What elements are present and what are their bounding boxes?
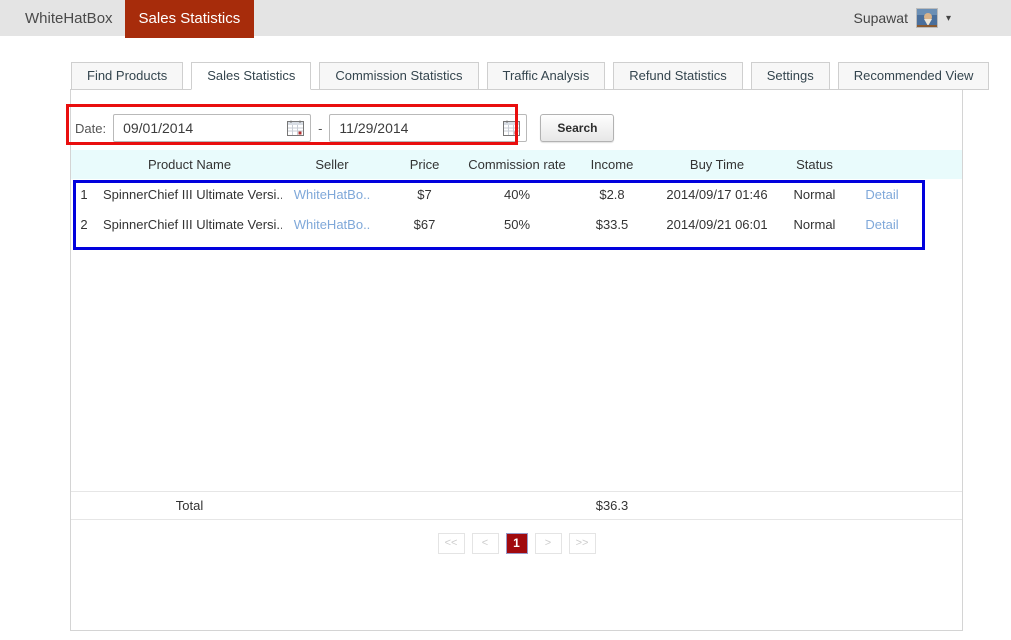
buy-time: 2014/09/17 01:46: [657, 179, 777, 209]
sales-table: Product Name Seller Price Commission rat…: [71, 150, 962, 239]
table-row: 2 SpinnerChief III Ultimate Versi... Whi…: [71, 209, 962, 239]
top-navigation-bar: WhiteHatBox Sales Statistics Supawat ▾: [0, 0, 1011, 36]
pagination: << < 1 > >>: [71, 533, 962, 554]
date-range-separator: -: [318, 121, 322, 136]
header-seller: Seller: [282, 150, 382, 179]
product-name: SpinnerChief III Ultimate Versi...: [97, 179, 282, 209]
pagination-last-button[interactable]: >>: [569, 533, 596, 554]
pagination-next-button[interactable]: >: [535, 533, 562, 554]
tab-commission-statistics[interactable]: Commission Statistics: [319, 62, 478, 90]
header-price: Price: [382, 150, 467, 179]
tab-settings[interactable]: Settings: [751, 62, 830, 90]
tab-bar: Find Products Sales Statistics Commissio…: [70, 62, 963, 90]
income: $2.8: [567, 179, 657, 209]
tab-traffic-analysis[interactable]: Traffic Analysis: [487, 62, 606, 90]
pagination-prev-button[interactable]: <: [472, 533, 499, 554]
tab-find-products[interactable]: Find Products: [71, 62, 183, 90]
header-commission-rate: Commission rate: [467, 150, 567, 179]
total-income: $36.3: [567, 492, 657, 520]
tab-sales-statistics[interactable]: Sales Statistics: [191, 62, 311, 90]
commission-rate: 40%: [467, 179, 567, 209]
row-number: 2: [71, 209, 97, 239]
header-status: Status: [777, 150, 852, 179]
content-panel: Date: 09/01/2014 - 11/29/2014 Search: [70, 90, 963, 631]
date-filter-bar: Date: 09/01/2014 - 11/29/2014 Search: [71, 90, 962, 150]
table-row: 1 SpinnerChief III Ultimate Versi... Whi…: [71, 179, 962, 209]
calendar-icon[interactable]: [287, 120, 304, 136]
table-header-row: Product Name Seller Price Commission rat…: [71, 150, 962, 179]
tab-recommended-view[interactable]: Recommended View: [838, 62, 990, 90]
pagination-page-1-button[interactable]: 1: [506, 533, 528, 554]
total-label: Total: [97, 492, 282, 520]
username: Supawat: [853, 10, 907, 26]
price: $7: [382, 179, 467, 209]
date-from-input[interactable]: 09/01/2014: [113, 114, 311, 142]
buy-time: 2014/09/21 06:01: [657, 209, 777, 239]
price: $67: [382, 209, 467, 239]
header-product-name: Product Name: [97, 150, 282, 179]
seller-link[interactable]: WhiteHatBo..: [294, 187, 371, 202]
product-name: SpinnerChief III Ultimate Versi...: [97, 209, 282, 239]
search-button[interactable]: Search: [540, 114, 614, 142]
commission-rate: 50%: [467, 209, 567, 239]
chevron-down-icon: ▾: [946, 13, 951, 24]
user-menu[interactable]: Supawat ▾: [853, 0, 951, 36]
header-fill: [912, 150, 962, 179]
calendar-icon[interactable]: [503, 120, 520, 136]
header-detail: [852, 150, 912, 179]
nav-item-sales-statistics[interactable]: Sales Statistics: [125, 0, 255, 38]
header-rownum: [71, 150, 97, 179]
header-income: Income: [567, 150, 657, 179]
seller-link[interactable]: WhiteHatBo..: [294, 217, 371, 232]
detail-link[interactable]: Detail: [865, 217, 898, 232]
date-to-input[interactable]: 11/29/2014: [329, 114, 527, 142]
brand-logo[interactable]: WhiteHatBox: [25, 10, 113, 27]
tab-refund-statistics[interactable]: Refund Statistics: [613, 62, 743, 90]
empty-area: [71, 239, 962, 491]
income: $33.5: [567, 209, 657, 239]
header-buy-time: Buy Time: [657, 150, 777, 179]
total-row: Total $36.3: [71, 491, 962, 520]
status: Normal: [777, 209, 852, 239]
user-avatar[interactable]: [916, 8, 938, 28]
row-number: 1: [71, 179, 97, 209]
date-from-value: 09/01/2014: [123, 120, 193, 136]
detail-link[interactable]: Detail: [865, 187, 898, 202]
date-to-value: 11/29/2014: [339, 120, 408, 136]
main-content: Find Products Sales Statistics Commissio…: [70, 62, 963, 631]
pagination-first-button[interactable]: <<: [438, 533, 465, 554]
status: Normal: [777, 179, 852, 209]
date-label: Date:: [75, 121, 106, 136]
